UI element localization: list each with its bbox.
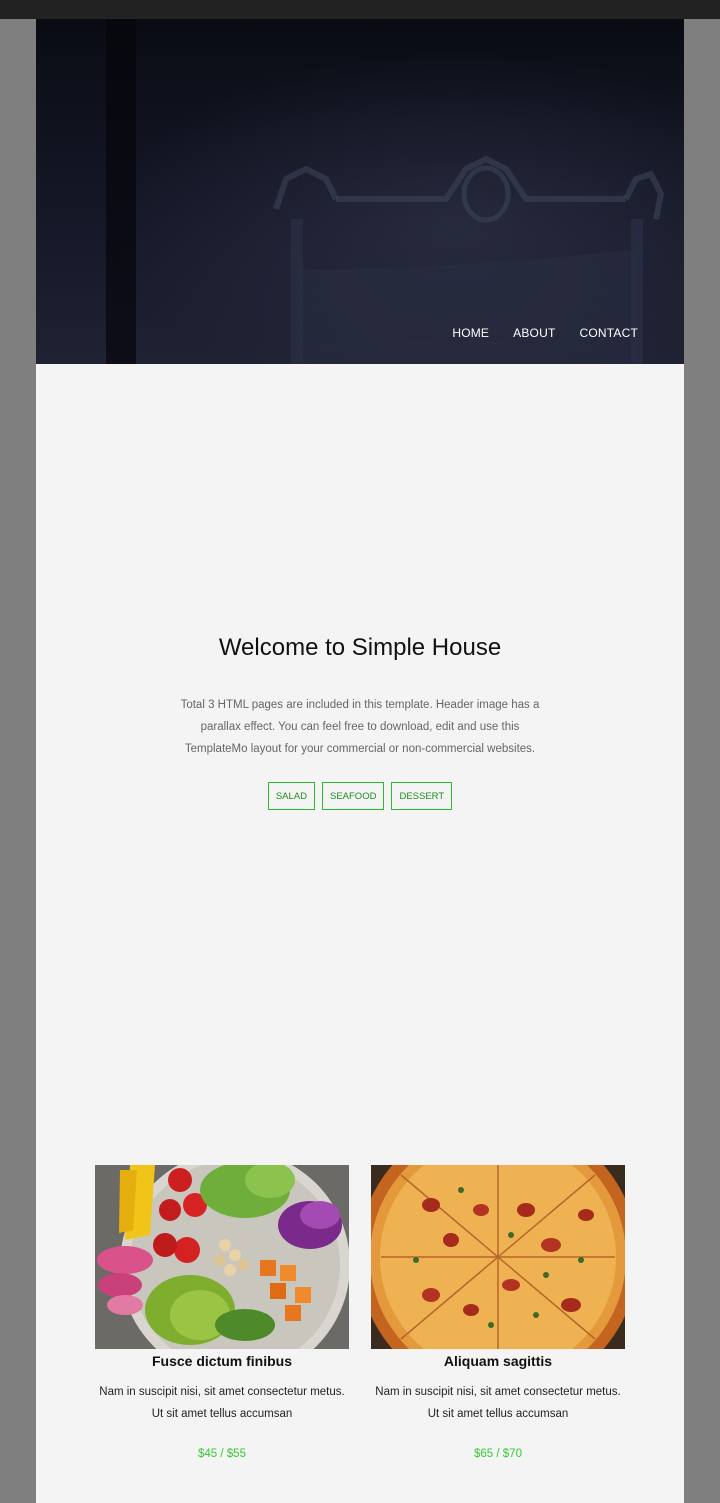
- main-nav: HOME ABOUT CONTACT: [452, 326, 638, 340]
- tab-seafood[interactable]: SEAFOOD: [322, 782, 385, 810]
- menu-card-salad: Fusce dictum finibus Nam in suscipit nis…: [95, 1165, 349, 1460]
- nav-about-link[interactable]: ABOUT: [513, 326, 555, 340]
- tab-salad[interactable]: SALAD: [267, 782, 315, 810]
- salad-bowl-image[interactable]: [95, 1165, 349, 1349]
- menu-card-title: Aliquam sagittis: [443, 1353, 553, 1369]
- menu-card-price: $45 / $55: [198, 1448, 246, 1460]
- hero-header-image: HOME ABOUT CONTACT: [36, 19, 684, 364]
- nav-contact-link[interactable]: CONTACT: [579, 326, 638, 340]
- menu-card-price: $65 / $70: [474, 1448, 522, 1460]
- menu-category-tabs: SALAD SEAFOOD DESSERT: [36, 782, 684, 810]
- menu-card-title: Fusce dictum finibus: [151, 1353, 292, 1369]
- hero-bed-frame-illustration: [106, 19, 665, 364]
- nav-home-link[interactable]: HOME: [452, 326, 489, 340]
- menu-card-description: Nam in suscipit nisi, sit amet consectet…: [99, 1386, 345, 1420]
- top-bar: [0, 0, 720, 19]
- page-container: HOME ABOUT CONTACT Welcome to Simple Hou…: [36, 19, 684, 1503]
- pizza-image[interactable]: [371, 1165, 625, 1349]
- welcome-title: Welcome to Simple House: [218, 634, 502, 661]
- menu-card-pizza: Aliquam sagittis Nam in suscipit nisi, s…: [371, 1165, 625, 1460]
- tab-dessert[interactable]: DESSERT: [391, 782, 453, 810]
- welcome-text: Total 3 HTML pages are included in this …: [180, 699, 540, 755]
- menu-card-description: Nam in suscipit nisi, sit amet consectet…: [375, 1386, 621, 1420]
